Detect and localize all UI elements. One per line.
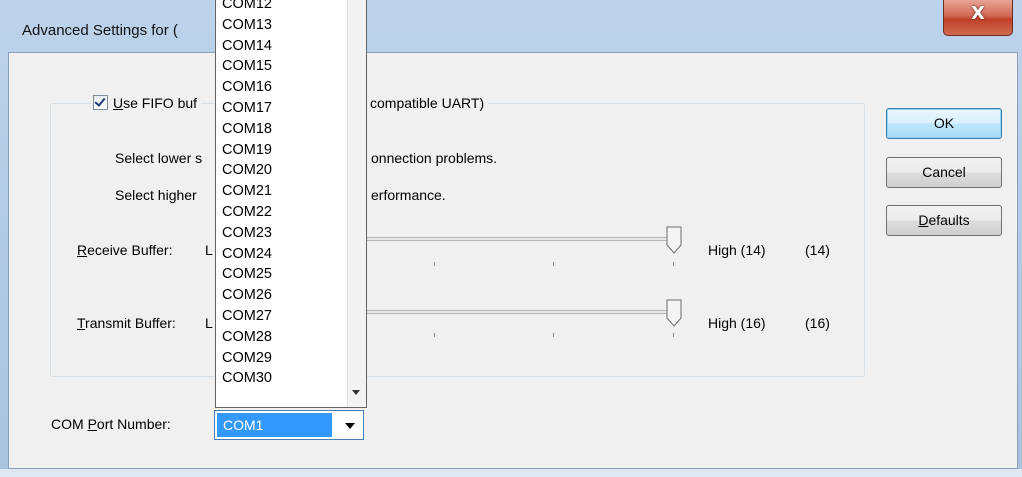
transmit-slider-thumb[interactable] [666,299,682,327]
dropdown-option[interactable]: COM21 [222,181,272,202]
dropdown-option[interactable]: COM26 [222,285,272,306]
cancel-button[interactable]: Cancel [886,157,1002,188]
dropdown-option[interactable]: COM24 [222,244,272,265]
defaults-rest: efaults [928,212,970,228]
desktop-background-strip [0,469,1022,477]
transmit-tick [434,333,435,337]
dropdown-option[interactable]: COM30 [222,368,272,389]
dropdown-option[interactable]: COM19 [222,140,272,161]
dropdown-option[interactable]: COM22 [222,202,272,223]
transmit-slider-track[interactable] [366,310,680,314]
transmit-label-rest: ransmit Buffer: [85,315,176,331]
dropdown-scrollbar[interactable] [347,0,366,407]
dropdown-option[interactable]: COM25 [222,264,272,285]
dropdown-option[interactable]: COM16 [222,77,272,98]
transmit-buffer-label: Transmit Buffer: [77,315,176,331]
receive-low-label: L [205,242,213,258]
dropdown-items: COM12 COM13 COM14 COM15 COM16 COM17 COM18 COM19… [222,0,272,389]
com-port-label-mnemonic: P [87,416,97,432]
fifo-label-mnemonic: U [113,95,124,111]
transmit-label-mnemonic: T [77,315,86,331]
close-button[interactable]: X [943,0,1013,36]
receive-tick [553,262,554,266]
dropdown-option[interactable]: COM29 [222,348,272,369]
receive-tick [673,262,674,266]
title-bar[interactable]: Advanced Settings for ( X [8,0,1018,52]
hint-lower-text-b: onnection problems. [371,150,498,166]
dropdown-option[interactable]: COM28 [222,327,272,348]
transmit-tick [553,333,554,337]
com-port-label: COM Port Number: [51,416,171,432]
com-port-label-a: COM [51,416,88,432]
dropdown-option[interactable]: COM18 [222,119,272,140]
dropdown-option[interactable]: COM23 [222,223,272,244]
receive-buffer-label: Receive Buffer: [77,242,173,258]
com-port-label-b: ort Number: [96,416,171,432]
dropdown-option[interactable]: COM13 [222,15,272,36]
fifo-checkbox-row[interactable]: Use FIFO buf [91,93,202,113]
transmit-low-label: L [205,315,213,331]
fifo-label-rest: se FIFO buf [123,95,198,111]
receive-value: (14) [805,242,830,258]
dialog-window: Advanced Settings for ( X Use FIFO buf c… [0,0,1022,477]
com-port-select[interactable]: COM1 [214,410,364,440]
dropdown-option[interactable]: COM14 [222,36,272,57]
receive-buffer-label-text: eceive Buffer: [87,242,173,258]
hint-lower-text-a: Select lower s [115,150,203,166]
com-port-dropdown-list[interactable]: COM12 COM13 COM14 COM15 COM16 COM17 COM18 COM19… [215,0,367,408]
receive-slider-thumb[interactable] [666,226,682,254]
fifo-label-part2: compatible UART) [366,93,489,113]
receive-slider-track[interactable] [366,237,680,241]
hint-higher-text-b: erformance. [371,187,446,203]
dropdown-option[interactable]: COM27 [222,306,272,327]
transmit-high-label: High (16) [708,315,766,331]
fifo-checkbox[interactable] [93,95,108,110]
receive-high-label: High (14) [708,242,766,258]
scroll-down-icon[interactable] [352,390,360,395]
ok-button[interactable]: OK [886,108,1002,139]
close-icon: X [971,3,985,24]
hint-higher-text-a: Select higher [115,187,197,203]
receive-tick [434,262,435,266]
com-port-selected-value: COM1 [217,413,332,437]
window-title: Advanced Settings for ( [22,22,178,39]
dropdown-option[interactable]: COM15 [222,56,272,77]
dropdown-option[interactable]: COM17 [222,98,272,119]
dropdown-option[interactable]: COM20 [222,160,272,181]
defaults-mnemonic: D [918,212,929,228]
fifo-label-part1: Use FIFO buf [113,95,197,111]
chevron-down-icon[interactable] [345,423,355,429]
transmit-tick [673,333,674,337]
dropdown-option[interactable]: COM12 [222,0,272,15]
defaults-button[interactable]: Defaults [886,205,1002,236]
transmit-value: (16) [805,315,830,331]
